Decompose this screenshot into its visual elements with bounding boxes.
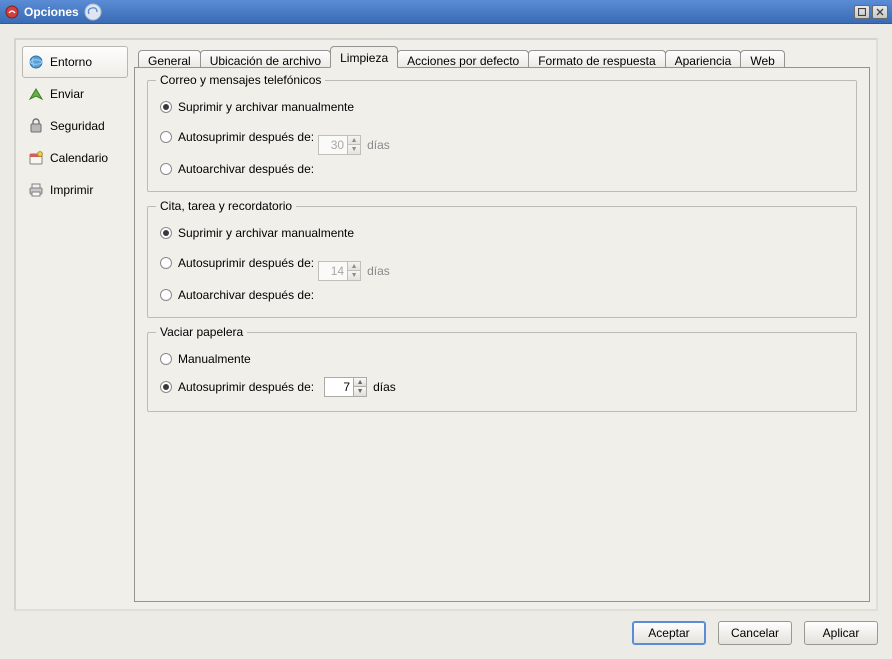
days-spinbox-papelera[interactable]: ▲ ▼ [324,377,367,397]
main-frame: Entorno Enviar Seguridad Calendario [14,38,878,611]
radio-cita-manual[interactable]: Suprimir y archivar manualmente [160,225,844,241]
apply-button[interactable]: Aplicar [804,621,878,645]
spin-down-icon[interactable]: ▼ [348,145,360,154]
sidebar: Entorno Enviar Seguridad Calendario [16,40,134,609]
sidebar-item-seguridad[interactable]: Seguridad [22,110,128,142]
sidebar-item-label: Calendario [50,151,108,165]
days-unit: días [373,380,396,394]
sidebar-item-label: Seguridad [50,119,105,133]
sidebar-item-calendario[interactable]: Calendario [22,142,128,174]
days-input[interactable] [325,378,353,396]
radio-label: Autosuprimir después de: [178,130,314,144]
days-input[interactable] [319,136,347,154]
window-body: Entorno Enviar Seguridad Calendario [0,24,892,659]
group-title: Vaciar papelera [156,325,247,339]
radio-label: Autoarchivar después de: [178,288,314,302]
radio-label: Autosuprimir después de: [178,256,314,270]
days-unit: días [367,264,390,278]
radio-label: Suprimir y archivar manualmente [178,100,354,114]
sidebar-item-label: Enviar [50,87,84,101]
sidebar-item-entorno[interactable]: Entorno [22,46,128,78]
tab-limpieza[interactable]: Limpieza [330,46,398,68]
security-icon [28,118,44,134]
sidebar-item-label: Imprimir [50,183,93,197]
radio-label: Autoarchivar después de: [178,162,314,176]
radio-label: Autosuprimir después de: [178,380,314,394]
environment-icon [28,54,44,70]
radio-papelera-manual[interactable]: Manualmente [160,351,844,367]
maximize-button[interactable] [854,5,870,19]
days-spinbox-correo[interactable]: ▲ ▼ [318,135,361,155]
print-icon [28,182,44,198]
radio-icon[interactable] [160,289,172,301]
titlebar: Opciones [0,0,892,24]
footer: Aceptar Cancelar Aplicar [14,611,878,645]
sidebar-item-enviar[interactable]: Enviar [22,78,128,110]
group-papelera: Vaciar papelera Manualmente Autosuprimir… [147,332,857,412]
spin-down-icon[interactable]: ▼ [354,387,366,396]
radio-papelera-autosuprimir[interactable]: Autosuprimir después de: ▲ ▼ días [160,377,844,397]
sidebar-item-imprimir[interactable]: Imprimir [22,174,128,206]
days-unit: días [367,138,390,152]
radio-icon[interactable] [160,257,172,269]
radio-correo-manual[interactable]: Suprimir y archivar manualmente [160,99,844,115]
tab-content: Correo y mensajes telefónicos Suprimir y… [134,67,870,602]
radio-icon[interactable] [160,353,172,365]
close-button[interactable] [872,5,888,19]
radio-icon[interactable] [160,131,172,143]
days-input[interactable] [319,262,347,280]
radio-label: Manualmente [178,352,251,366]
send-icon [28,86,44,102]
spin-down-icon[interactable]: ▼ [348,271,360,280]
spin-up-icon[interactable]: ▲ [354,378,366,387]
distro-swirl-icon [83,2,103,22]
radio-icon[interactable] [160,101,172,113]
group-cita: Cita, tarea y recordatorio Suprimir y ar… [147,206,857,318]
cancel-button[interactable]: Cancelar [718,621,792,645]
calendar-icon [28,150,44,166]
app-icon [4,4,20,20]
days-spinbox-cita[interactable]: ▲ ▼ [318,261,361,281]
radio-cita-autosuprimir[interactable]: Autosuprimir después de: [160,255,314,271]
radio-label: Suprimir y archivar manualmente [178,226,354,240]
radio-icon[interactable] [160,381,172,393]
window-title: Opciones [24,5,79,19]
radio-cita-autoarchivar[interactable]: Autoarchivar después de: [160,287,314,303]
group-title: Correo y mensajes telefónicos [156,73,325,87]
radio-icon[interactable] [160,227,172,239]
spin-up-icon[interactable]: ▲ [348,262,360,271]
tab-strip: General Ubicación de archivo Limpieza Ac… [134,46,870,68]
radio-correo-autosuprimir[interactable]: Autosuprimir después de: [160,129,314,145]
radio-correo-autoarchivar[interactable]: Autoarchivar después de: [160,161,314,177]
ok-button[interactable]: Aceptar [632,621,706,645]
group-correo: Correo y mensajes telefónicos Suprimir y… [147,80,857,192]
sidebar-item-label: Entorno [50,55,92,69]
tab-area: General Ubicación de archivo Limpieza Ac… [134,40,876,609]
radio-icon[interactable] [160,163,172,175]
group-title: Cita, tarea y recordatorio [156,199,296,213]
spin-up-icon[interactable]: ▲ [348,136,360,145]
